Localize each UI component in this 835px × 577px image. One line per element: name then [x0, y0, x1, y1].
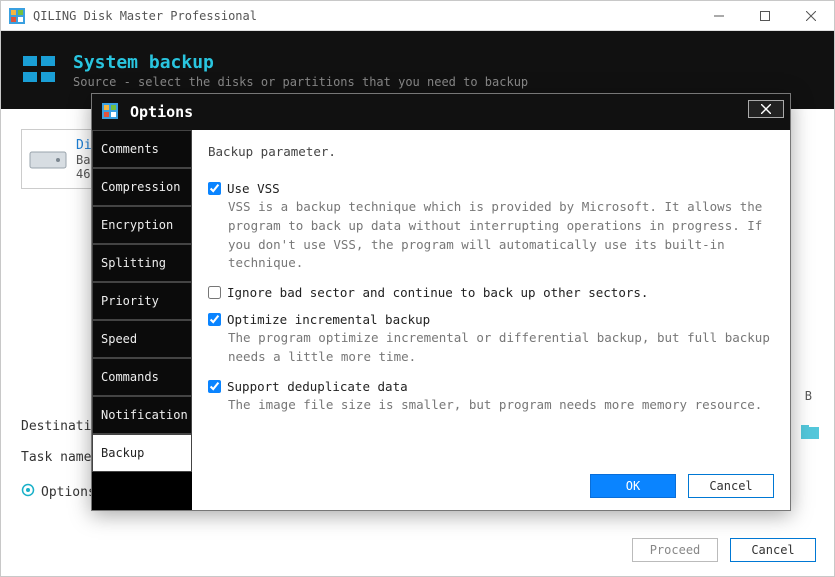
ignore-bad-checkbox[interactable] — [208, 286, 221, 299]
dialog-buttons: OK Cancel — [590, 474, 774, 498]
minimize-button[interactable] — [696, 1, 742, 31]
options-link-label: Options — [41, 485, 96, 500]
dedup-desc: The image file size is smaller, but prog… — [228, 396, 774, 415]
tab-compression[interactable]: Compression — [92, 168, 192, 206]
use-vss-label: Use VSS — [227, 181, 280, 196]
tab-encryption[interactable]: Encryption — [92, 206, 192, 244]
optimize-inc-label: Optimize incremental backup — [227, 312, 430, 327]
panel-heading: Backup parameter. — [208, 144, 774, 159]
main-titlebar: QILING Disk Master Professional — [1, 1, 834, 31]
dialog-title: Options — [130, 103, 193, 121]
dedup-label: Support deduplicate data — [227, 379, 408, 394]
dialog-tabs: Comments Compression Encryption Splittin… — [92, 130, 192, 510]
header-subtitle: Source - select the disks or partitions … — [73, 75, 528, 89]
dedup-checkbox[interactable] — [208, 380, 221, 393]
tab-backup[interactable]: Backup — [92, 434, 192, 472]
header-text: System backup Source - select the disks … — [73, 52, 528, 89]
optimize-inc-desc: The program optimize incremental or diff… — [228, 329, 774, 367]
close-button[interactable] — [788, 1, 834, 31]
hard-disk-icon — [28, 144, 68, 174]
option-use-vss: Use VSS VSS is a backup technique which … — [208, 181, 774, 273]
window-controls — [696, 1, 834, 31]
system-backup-icon — [21, 52, 57, 88]
use-vss-checkbox[interactable] — [208, 182, 221, 195]
main-footer-buttons: Proceed Cancel — [632, 538, 816, 562]
dialog-content: Comments Compression Encryption Splittin… — [92, 130, 790, 510]
use-vss-checkbox-label[interactable]: Use VSS — [208, 181, 774, 196]
window-title: QILING Disk Master Professional — [33, 9, 257, 23]
ignore-bad-checkbox-label[interactable]: Ignore bad sector and continue to back u… — [208, 285, 774, 300]
option-dedup: Support deduplicate data The image file … — [208, 379, 774, 415]
dialog-cancel-button[interactable]: Cancel — [688, 474, 774, 498]
tab-notification[interactable]: Notification — [92, 396, 192, 434]
options-dialog: Options Comments Compression Encryption … — [91, 93, 791, 511]
main-window: QILING Disk Master Professional System b… — [0, 0, 835, 577]
proceed-button[interactable]: Proceed — [632, 538, 718, 562]
option-optimize-inc: Optimize incremental backup The program … — [208, 312, 774, 367]
tab-priority[interactable]: Priority — [92, 282, 192, 320]
dialog-logo-icon — [102, 103, 120, 121]
size-unit: B — [805, 389, 812, 403]
browse-icon[interactable] — [801, 425, 819, 443]
dedup-checkbox-label[interactable]: Support deduplicate data — [208, 379, 774, 394]
gear-icon — [21, 483, 35, 501]
dialog-titlebar: Options — [92, 94, 790, 130]
ignore-bad-label: Ignore bad sector and continue to back u… — [227, 285, 648, 300]
optimize-inc-checkbox-label[interactable]: Optimize incremental backup — [208, 312, 774, 327]
optimize-inc-checkbox[interactable] — [208, 313, 221, 326]
use-vss-desc: VSS is a backup technique which is provi… — [228, 198, 774, 273]
dialog-panel: Backup parameter. Use VSS VSS is a backu… — [192, 130, 790, 510]
tab-splitting[interactable]: Splitting — [92, 244, 192, 282]
ok-button[interactable]: OK — [590, 474, 676, 498]
app-logo-icon — [9, 8, 25, 24]
tab-comments[interactable]: Comments — [92, 130, 192, 168]
tab-commands[interactable]: Commands — [92, 358, 192, 396]
tab-speed[interactable]: Speed — [92, 320, 192, 358]
dialog-close-button[interactable] — [748, 100, 784, 118]
maximize-button[interactable] — [742, 1, 788, 31]
cancel-button[interactable]: Cancel — [730, 538, 816, 562]
option-ignore-bad: Ignore bad sector and continue to back u… — [208, 285, 774, 300]
header-title: System backup — [73, 52, 528, 73]
